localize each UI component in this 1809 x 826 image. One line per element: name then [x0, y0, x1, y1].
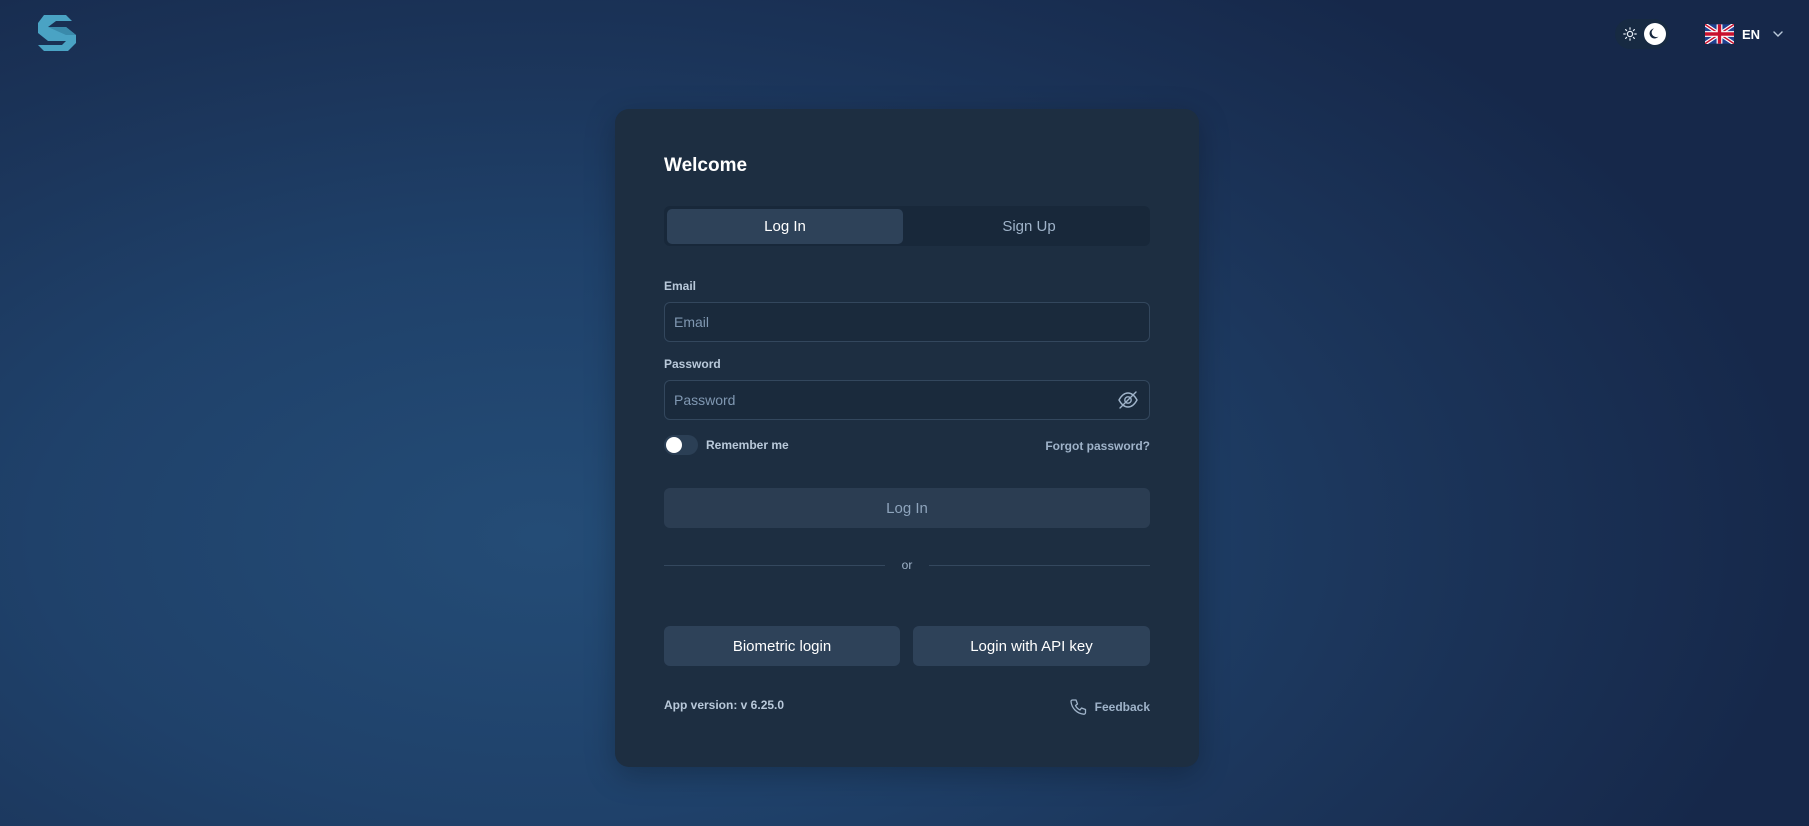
- or-divider: or: [664, 558, 1150, 572]
- remember-me-toggle[interactable]: [664, 435, 698, 455]
- eye-off-icon[interactable]: [1117, 390, 1139, 410]
- tab-sign-up[interactable]: Sign Up: [911, 209, 1147, 244]
- sun-icon: [1623, 27, 1637, 41]
- password-field[interactable]: [665, 381, 1149, 419]
- remember-me: Remember me: [664, 435, 789, 455]
- remember-me-toggle-knob: [666, 437, 682, 453]
- feedback-label: Feedback: [1094, 700, 1150, 714]
- auth-tabs: Log In Sign Up: [664, 206, 1150, 246]
- theme-toggle-knob: [1644, 23, 1666, 45]
- biometric-login-button[interactable]: Biometric login: [664, 626, 900, 666]
- password-label: Password: [664, 357, 721, 371]
- language-selector[interactable]: EN: [1705, 22, 1784, 46]
- email-field-wrapper: [664, 302, 1150, 342]
- remember-me-label: Remember me: [706, 438, 789, 452]
- app-version: App version: v 6.25.0: [664, 698, 785, 712]
- feedback-link[interactable]: Feedback: [1069, 698, 1150, 716]
- api-key-login-button[interactable]: Login with API key: [913, 626, 1150, 666]
- password-field-wrapper: [664, 380, 1150, 420]
- email-label: Email: [664, 279, 697, 293]
- language-code: EN: [1742, 26, 1761, 42]
- chevron-down-icon: [1773, 31, 1783, 37]
- login-card: Welcome Log In Sign Up Email Password Re…: [615, 109, 1199, 767]
- email-field[interactable]: [665, 303, 1149, 341]
- moon-icon: [1649, 28, 1659, 39]
- forgot-password-link[interactable]: Forgot password?: [1045, 439, 1150, 453]
- uk-flag-icon: [1705, 24, 1734, 44]
- phone-icon: [1069, 699, 1086, 715]
- page-title: Welcome: [664, 155, 748, 176]
- theme-toggle[interactable]: [1615, 19, 1669, 49]
- s-logo-icon[interactable]: [36, 13, 80, 55]
- divider-line-right: [929, 565, 1150, 566]
- log-in-button[interactable]: Log In: [664, 488, 1150, 528]
- tab-log-in[interactable]: Log In: [667, 209, 903, 244]
